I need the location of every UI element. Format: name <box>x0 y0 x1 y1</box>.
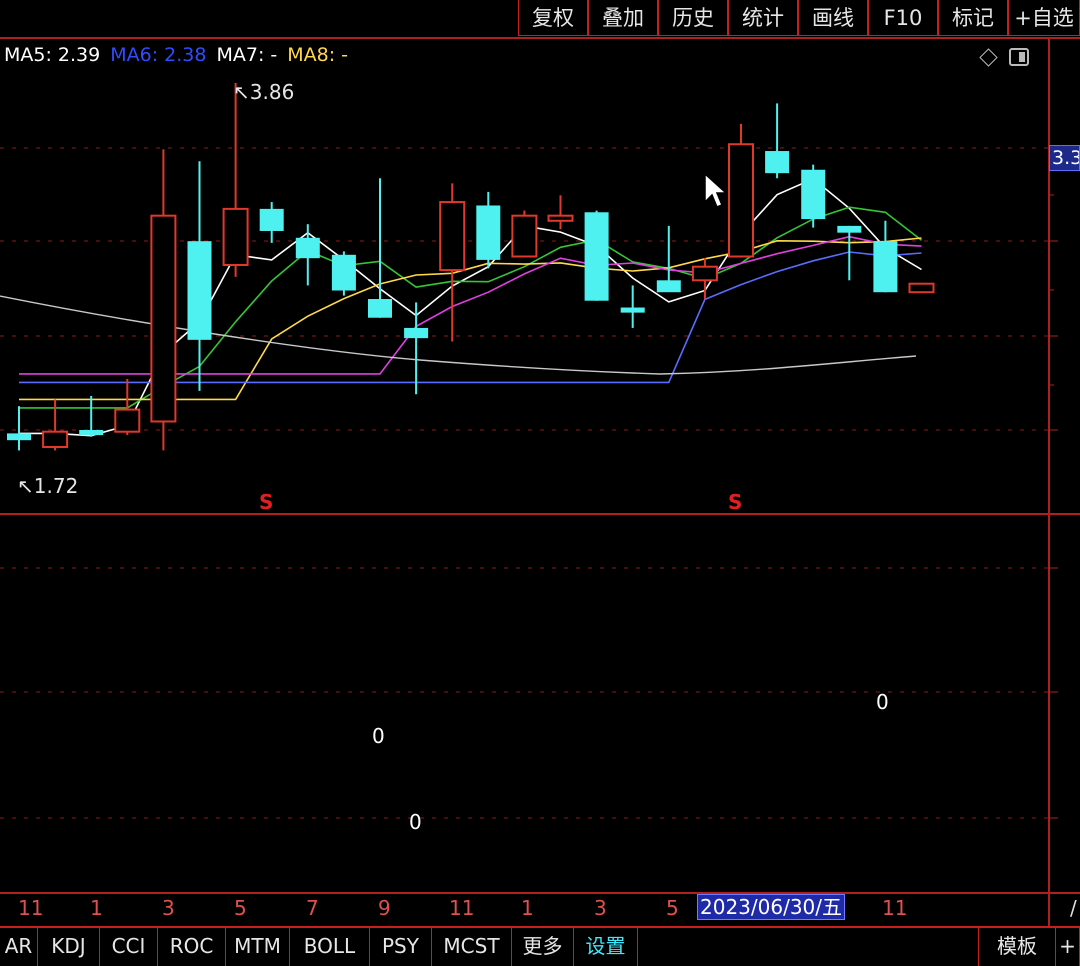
x-tick-label: 9 <box>378 896 391 920</box>
x-tick-label: 7 <box>306 896 319 920</box>
candle-body <box>7 433 31 441</box>
arrow-icon: ↖ <box>17 474 34 498</box>
tab-5[interactable]: BOLL <box>290 928 370 966</box>
x-tick-label: 11 <box>18 896 44 920</box>
candle-body <box>114 408 141 433</box>
ma-line-long <box>0 295 917 375</box>
x-tick-label: 5 <box>234 896 247 920</box>
candle-body <box>79 429 104 436</box>
signal-mark: S <box>259 490 274 514</box>
top-toolbar: 复权 叠加 历史 统计 画线 F10 标记 +自选 <box>518 0 1080 38</box>
candle-body <box>150 214 177 423</box>
x-tick-label: 1 <box>521 896 534 920</box>
x-tick-label: 3 <box>594 896 607 920</box>
high-price-annotation: ↖3.86 <box>233 80 294 104</box>
candle-body <box>728 143 754 258</box>
tab-9[interactable]: 设置 <box>574 928 638 966</box>
toolbar-button[interactable]: F10 <box>868 0 938 36</box>
toolbar-button[interactable]: 标记 <box>938 0 1008 36</box>
mouse-cursor-icon <box>704 172 728 208</box>
candle-body <box>908 282 935 294</box>
candle-body <box>511 214 538 258</box>
arrow-icon: ↖ <box>233 80 250 104</box>
ma6-label: MA6: 2.38 <box>110 44 207 66</box>
tab-8[interactable]: 更多 <box>512 928 574 966</box>
x-tick-label: 3 <box>162 896 175 920</box>
candle-body <box>547 214 574 222</box>
x-tick-label: 5 <box>666 896 679 920</box>
tab-6[interactable]: PSY <box>370 928 432 966</box>
candle-body <box>187 241 212 340</box>
candle-body <box>584 212 609 301</box>
candle-body <box>295 237 320 259</box>
tab-7[interactable]: MCST <box>432 928 512 966</box>
candle-body <box>439 201 466 272</box>
x-tick-label: 1 <box>90 896 103 920</box>
chart-corner-controls <box>979 47 1029 67</box>
high-price-value: 3.86 <box>249 80 295 104</box>
candle-body <box>765 151 790 174</box>
candle-body <box>801 169 826 220</box>
toolbar-button[interactable]: +自选 <box>1008 0 1080 36</box>
price-chart[interactable] <box>0 0 1080 966</box>
ma7-label: MA7: - <box>216 44 278 66</box>
x-tick-label: 11 <box>449 896 475 920</box>
x-axis-end-label: / <box>1070 896 1077 920</box>
low-price-annotation: ↖1.72 <box>17 474 78 498</box>
low-price-value: 1.72 <box>33 474 79 498</box>
candle-body <box>691 265 718 282</box>
candle-body <box>42 430 69 449</box>
current-price-tag: 3.3 <box>1049 145 1080 171</box>
tab-10[interactable]: 模板 <box>978 928 1056 966</box>
candle-body <box>620 307 645 313</box>
candle-body <box>873 241 898 293</box>
indicator-value: 0 <box>876 690 889 714</box>
candle-body <box>331 254 356 291</box>
chart-grid <box>0 37 1080 926</box>
indicator-value: 0 <box>409 810 422 834</box>
tab-1[interactable]: KDJ <box>38 928 100 966</box>
tab-4[interactable]: MTM <box>226 928 290 966</box>
ma5-label: MA5: 2.39 <box>4 44 101 66</box>
toolbar-button[interactable]: 历史 <box>658 0 728 36</box>
toolbar-button[interactable]: 复权 <box>518 0 588 36</box>
candle-body <box>222 207 249 266</box>
candle-body <box>259 208 284 231</box>
tab-3[interactable]: ROC <box>158 928 226 966</box>
crosshair-date-tag: 2023/06/30/五 <box>697 894 846 920</box>
candle-body <box>368 299 392 318</box>
x-tick-label: 11 <box>882 896 908 920</box>
toolbar-button[interactable]: 画线 <box>798 0 868 36</box>
ma8-label: MA8: - <box>287 44 349 66</box>
diamond-icon[interactable] <box>979 47 998 67</box>
candle-body <box>476 205 501 260</box>
toolbar-button[interactable]: 统计 <box>728 0 798 36</box>
panel-toggle-icon[interactable] <box>1009 48 1029 66</box>
indicator-tab-bar: AR KDJ CCI ROC MTM BOLL PSY MCST 更多 设置 模板 + <box>0 926 1080 966</box>
indicator-value: 0 <box>372 724 385 748</box>
x-axis: 11 1 3 5 7 9 11 1 3 5 2023/06/30/五 11 / <box>0 894 1080 924</box>
signal-mark: S <box>728 490 743 514</box>
tab-0[interactable]: AR <box>0 928 38 966</box>
tab-2[interactable]: CCI <box>100 928 158 966</box>
toolbar-button[interactable]: 叠加 <box>588 0 658 36</box>
tab-11[interactable]: + <box>1056 928 1080 966</box>
candle-body <box>837 225 862 233</box>
ma-legend: MA5: 2.39 MA6: 2.38 MA7: - MA8: - <box>4 44 358 66</box>
candle-body <box>404 327 429 339</box>
candle-body <box>656 280 681 293</box>
